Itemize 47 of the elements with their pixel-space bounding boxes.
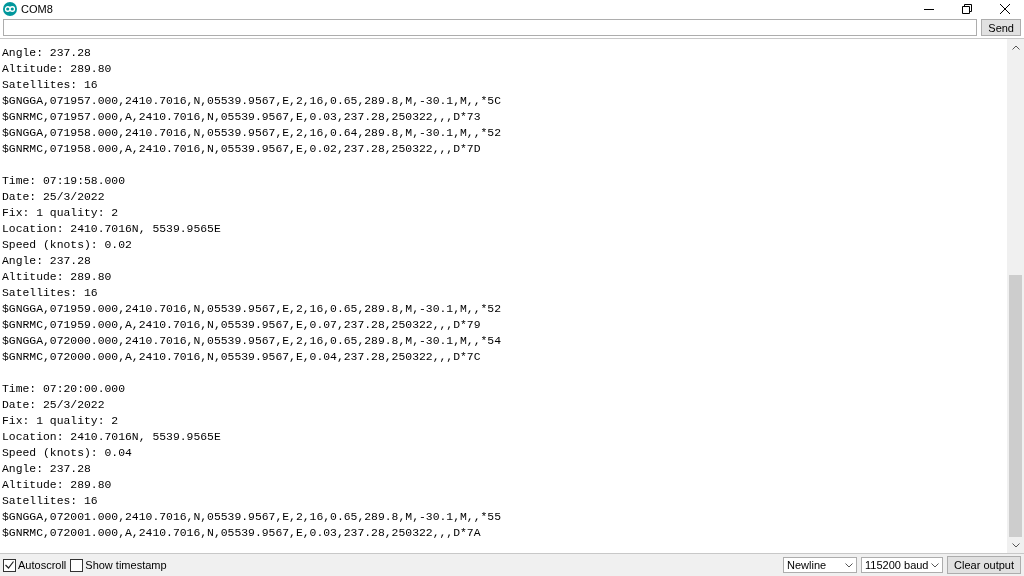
scrollbar[interactable] [1007, 39, 1024, 553]
output-line: $GNGGA,071958.000,2410.7016,N,05539.9567,E,2,16,0.64,289.8,M,-30.1,M,,*52 [2, 127, 501, 139]
output-line: $GNRMC,072001.000,A,2410.7016,N,05539.9567,E,0.03,237.28,250322,,,D*7A [2, 527, 481, 539]
output-line: Location: 2410.7016N, 5539.9565E [2, 431, 221, 443]
output-line: Altitude: 289.80 [2, 479, 112, 491]
output-line: Angle: 237.28 [2, 463, 91, 475]
output-line: Date: 25/3/2022 [2, 399, 105, 411]
caret-icon [845, 562, 854, 568]
send-field[interactable] [3, 19, 978, 36]
output-line: Satellites: 16 [2, 79, 98, 91]
output-line: Satellites: 16 [2, 495, 98, 507]
output-line: $GNGGA,072000.000,2410.7016,N,05539.9567,E,2,16,0.65,289.8,M,-30.1,M,,*54 [2, 335, 501, 347]
checkbox[interactable] [3, 558, 16, 572]
caret-icon [931, 562, 940, 568]
close-icon[interactable] [1000, 4, 1010, 14]
clear-output-button[interactable]: Clear output [947, 556, 1021, 574]
output-line: $GNGGA,072001.000,2410.7016,N,05539.9567,E,2,16,0.65,289.8,M,-30.1,M,,*55 [2, 511, 501, 523]
output-line: Fix: 1 quality: 2 [2, 415, 119, 427]
output-line: Speed (knots): 0.02 [2, 239, 132, 251]
output-line: Location: 2410.7016N, 5539.9565E [2, 223, 221, 235]
output-line: Fix: 1 quality: 2 [2, 207, 119, 219]
checkbox-label: Autoscroll [18, 557, 67, 573]
output-line: Time: 07:20:00.000 [2, 383, 126, 395]
output-line: Angle: 237.28 [2, 47, 91, 59]
send-button[interactable]: Send [981, 19, 1021, 36]
checkbox-label: Show timestamp [85, 557, 167, 573]
output-line: Time: 07:19:58.000 [2, 175, 126, 187]
output-line: $GNRMC,071958.000,A,2410.7016,N,05539.9567,E,0.02,237.28,250322,,,D*7D [2, 143, 481, 155]
window-title: COM8 [21, 1, 53, 17]
output-line: $GNRMC,071959.000,A,2410.7016,N,05539.9567,E,0.07,237.28,250322,,,D*79 [2, 319, 481, 331]
restore-icon[interactable] [962, 4, 972, 14]
output-line: $GNRMC,071957.000,A,2410.7016,N,05539.9567,E,0.03,237.28,250322,,,D*73 [2, 111, 481, 123]
dropdown[interactable]: Newline [783, 557, 858, 573]
output-line: $GNGGA,071959.000,2410.7016,N,05539.9567,E,2,16,0.65,289.8,M,-30.1,M,,*52 [2, 303, 501, 315]
checkbox[interactable] [70, 558, 84, 572]
output-line: Date: 25/3/2022 [2, 191, 105, 203]
output-line: Satellites: 16 [2, 287, 98, 299]
output-line: Altitude: 289.80 [2, 271, 112, 283]
output-line: $GNGGA,071957.000,2410.7016,N,05539.9567,E,2,16,0.65,289.8,M,-30.1,M,,*5C [2, 95, 501, 107]
app-logo-icon [3, 2, 17, 16]
output-line: $GNRMC,072000.000,A,2410.7016,N,05539.9567,E,0.04,237.28,250322,,,D*7C [2, 351, 481, 363]
scrollbar-thumb[interactable] [1009, 275, 1022, 537]
output-line: Altitude: 289.80 [2, 63, 112, 75]
minimize-icon[interactable] [924, 8, 934, 10]
dropdown[interactable]: 115200 baud [861, 557, 944, 573]
output-line: Angle: 237.28 [2, 255, 91, 267]
output-line: Speed (knots): 0.04 [2, 447, 132, 459]
